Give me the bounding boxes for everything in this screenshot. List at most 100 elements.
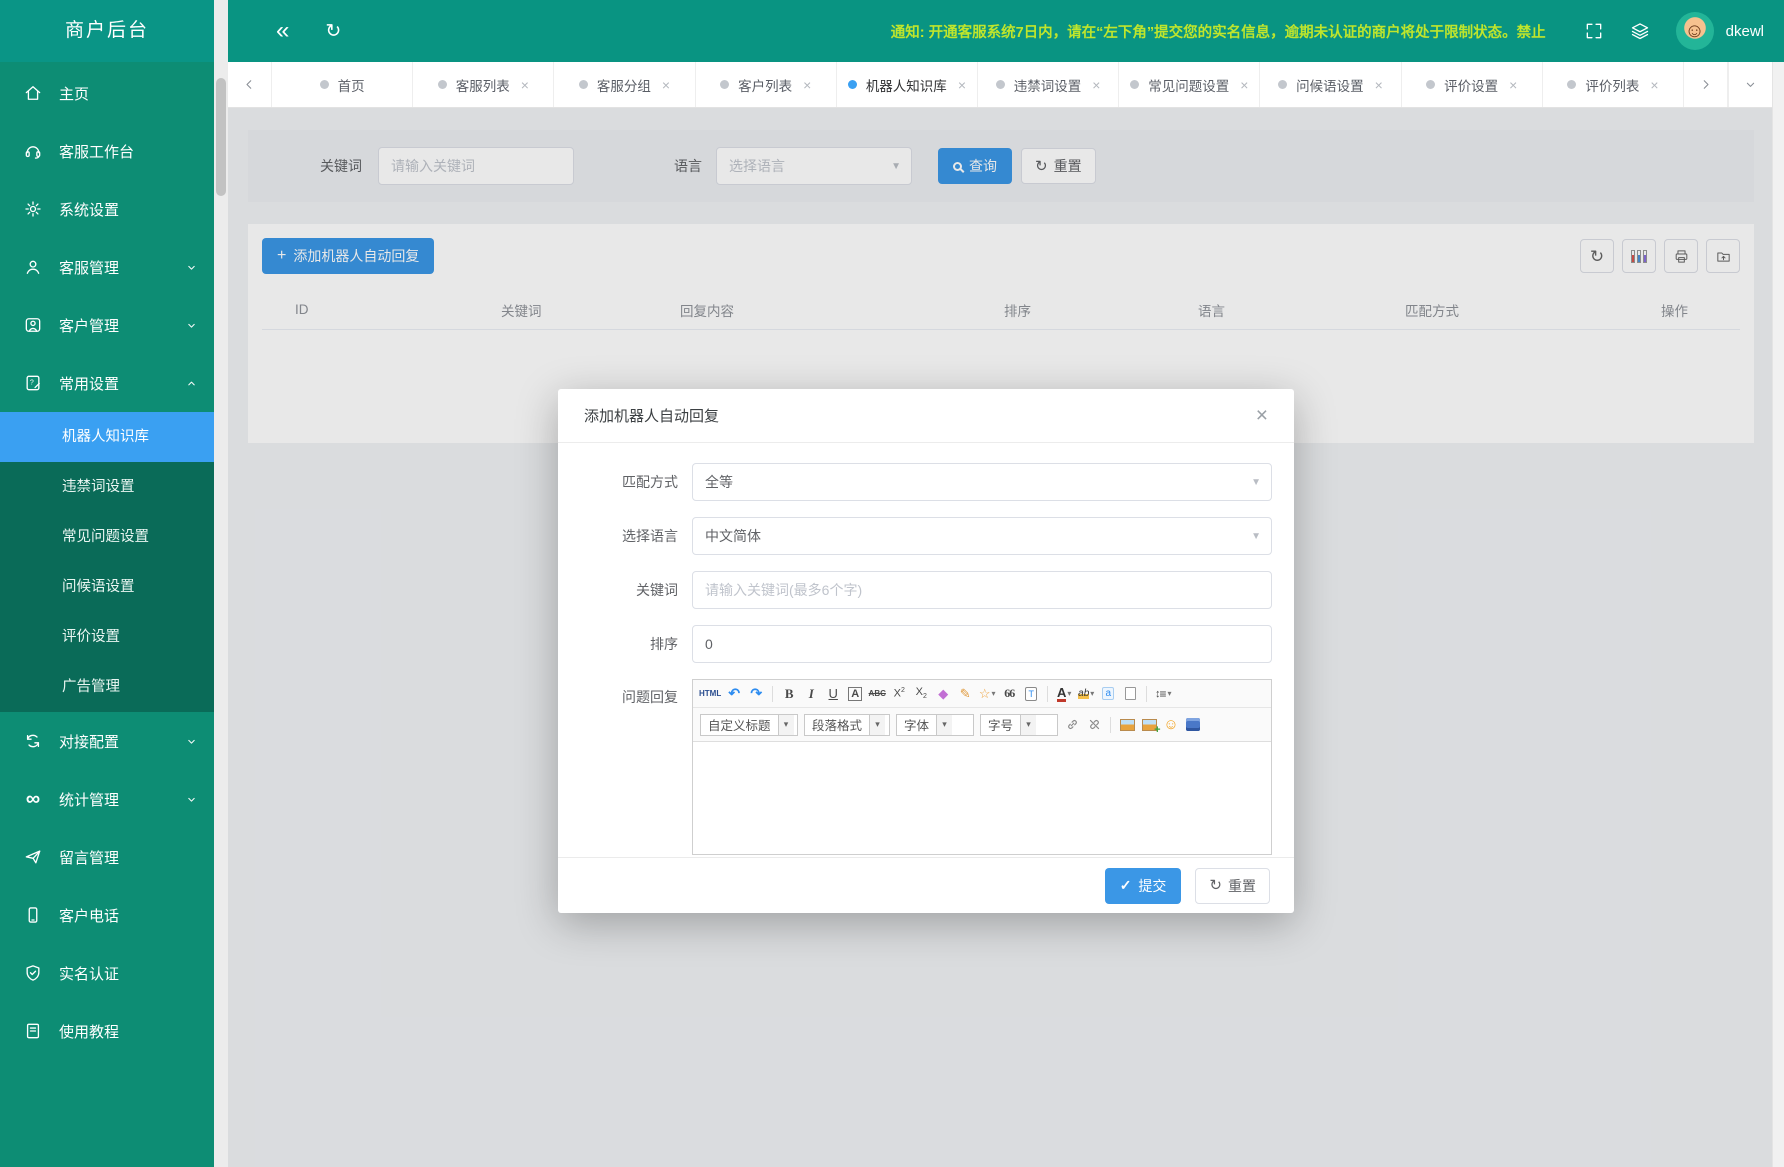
sidebar-item-service-manage[interactable]: 客服管理 <box>0 238 214 296</box>
editor-select-2[interactable]: 字体▾ <box>896 714 974 736</box>
sort-input[interactable] <box>692 625 1272 663</box>
image-upload-icon[interactable] <box>1140 715 1158 735</box>
modal-header: 添加机器人自动回复 × <box>558 389 1294 443</box>
sidebar-item-real-name[interactable]: 实名认证 <box>0 944 214 1002</box>
html-source-icon[interactable]: HTML <box>699 684 721 704</box>
tabs-scroll-left-button[interactable] <box>228 62 272 107</box>
submit-button[interactable]: ✓ 提交 <box>1105 868 1182 904</box>
blockquote-icon[interactable]: 66 <box>1000 684 1018 704</box>
bold-icon[interactable]: B <box>780 684 798 704</box>
close-icon[interactable]: × <box>521 77 529 93</box>
close-icon[interactable]: × <box>1240 77 1248 93</box>
close-icon[interactable]: × <box>803 77 811 93</box>
tab-home[interactable]: 首页 <box>272 62 413 107</box>
eraser-icon[interactable]: ◆ <box>934 684 952 704</box>
anchor-icon[interactable]: a <box>1099 684 1117 704</box>
video-icon[interactable] <box>1184 715 1202 735</box>
home-icon <box>22 82 44 104</box>
sidebar-item-customer-phone[interactable]: 客户电话 <box>0 886 214 944</box>
undo-icon[interactable]: ↶ <box>725 684 743 704</box>
modal-reset-button[interactable]: ↻ 重置 <box>1195 868 1270 904</box>
superscript-icon[interactable]: X2 <box>890 684 908 704</box>
unlink-icon[interactable] <box>1085 715 1103 735</box>
sidebar-item-label: 常用设置 <box>59 373 119 394</box>
link-icon[interactable] <box>1063 715 1081 735</box>
close-icon[interactable]: × <box>1256 405 1268 426</box>
tab-dot <box>579 80 588 89</box>
language-label: 选择语言 <box>558 517 692 555</box>
tabs-scroll-right-button[interactable] <box>1684 62 1728 107</box>
editor-select-1[interactable]: 段落格式▾ <box>804 714 890 736</box>
sidebar-item-statistics[interactable]: ∞统计管理 <box>0 770 214 828</box>
sidebar-item-messages[interactable]: 留言管理 <box>0 828 214 886</box>
sidebar-item-integration[interactable]: 对接配置 <box>0 712 214 770</box>
users-icon <box>22 314 44 336</box>
highlight-color-icon[interactable]: ab▾ <box>1077 684 1095 704</box>
close-icon[interactable]: × <box>958 77 966 93</box>
sidebar-subitem-faq[interactable]: 常见问题设置 <box>0 512 214 562</box>
tab-dot <box>1567 80 1576 89</box>
user-menu[interactable]: ☺ dkewl <box>1676 12 1764 50</box>
layers-icon[interactable] <box>1630 21 1650 41</box>
tab-rating-settings[interactable]: 评价设置× <box>1402 62 1543 107</box>
bordered-a-icon[interactable]: A <box>846 684 864 704</box>
sidebar-item-common-settings[interactable]: ?常用设置 <box>0 354 214 412</box>
editor-select-3[interactable]: 字号▾ <box>980 714 1058 736</box>
font-color-icon[interactable]: A▾ <box>1055 684 1073 704</box>
add-reply-modal: 添加机器人自动回复 × 匹配方式 全等 ▼ <box>558 389 1294 913</box>
close-icon[interactable]: × <box>1375 77 1383 93</box>
format-brush-icon[interactable]: ✎ <box>956 684 974 704</box>
editor-select-0[interactable]: 自定义标题▾ <box>700 714 798 736</box>
sidebar-item-label: 客户管理 <box>59 315 119 336</box>
match-type-select[interactable]: 全等 ▼ <box>692 463 1272 501</box>
sidebar-subitem-robot-knowledge[interactable]: 机器人知识库 <box>0 412 214 462</box>
tab-customer-list[interactable]: 客户列表× <box>696 62 837 107</box>
collapse-sidebar-icon[interactable]: « <box>276 19 289 43</box>
sidebar-item-system-settings[interactable]: 系统设置 <box>0 180 214 238</box>
subscript-icon[interactable]: X2 <box>912 684 930 704</box>
refresh-page-icon[interactable]: ↻ <box>325 22 341 41</box>
scrollbar-thumb[interactable] <box>216 78 226 196</box>
new-page-icon[interactable] <box>1121 684 1139 704</box>
line-height-icon[interactable]: ↕≡▾ <box>1154 684 1172 704</box>
sidebar-scrollbar[interactable] <box>214 0 228 1167</box>
tabs-menu-button[interactable] <box>1728 62 1772 107</box>
strikethrough-icon[interactable]: ABC <box>868 684 886 704</box>
tab-forbidden-words[interactable]: 违禁词设置× <box>978 62 1119 107</box>
autoformat-icon[interactable]: ☆▾ <box>978 684 996 704</box>
italic-icon[interactable]: I <box>802 684 820 704</box>
sidebar-item-label: 对接配置 <box>59 731 119 752</box>
tab-service-group[interactable]: 客服分组× <box>554 62 695 107</box>
infinity-icon: ∞ <box>22 788 44 810</box>
close-icon[interactable]: × <box>1509 77 1517 93</box>
modal-language-select[interactable]: 中文简体 ▼ <box>692 517 1272 555</box>
sidebar-subitem-rating[interactable]: 评价设置 <box>0 612 214 662</box>
modal-title: 添加机器人自动回复 <box>584 405 719 426</box>
sidebar-item-tutorial[interactable]: 使用教程 <box>0 1002 214 1060</box>
editor-content[interactable] <box>693 742 1271 854</box>
close-icon[interactable]: × <box>1092 77 1100 93</box>
sidebar-item-label: 实名认证 <box>59 963 119 984</box>
redo-icon[interactable]: ↷ <box>747 684 765 704</box>
underline-icon[interactable]: U <box>824 684 842 704</box>
close-icon[interactable]: × <box>662 77 670 93</box>
emoji-icon[interactable]: ☺ <box>1162 715 1180 735</box>
page-scrollbar[interactable] <box>1772 62 1784 1167</box>
tab-greeting[interactable]: 问候语设置× <box>1260 62 1401 107</box>
tab-dot <box>438 80 447 89</box>
sidebar-item-customer-manage[interactable]: 客户管理 <box>0 296 214 354</box>
paste-text-icon[interactable]: T <box>1022 684 1040 704</box>
sidebar-item-home[interactable]: 主页 <box>0 64 214 122</box>
image-icon[interactable] <box>1118 715 1136 735</box>
tab-rating-list[interactable]: 评价列表× <box>1543 62 1684 107</box>
sidebar-subitem-forbidden-words[interactable]: 违禁词设置 <box>0 462 214 512</box>
close-icon[interactable]: × <box>1650 77 1658 93</box>
tab-service-list[interactable]: 客服列表× <box>413 62 554 107</box>
tab-faq[interactable]: 常见问题设置× <box>1119 62 1260 107</box>
sidebar-item-workbench[interactable]: 客服工作台 <box>0 122 214 180</box>
fullscreen-icon[interactable] <box>1584 21 1604 41</box>
tab-robot-knowledge[interactable]: 机器人知识库× <box>837 62 978 107</box>
sidebar-subitem-greeting[interactable]: 问候语设置 <box>0 562 214 612</box>
modal-keyword-input[interactable] <box>692 571 1272 609</box>
sidebar-subitem-ads[interactable]: 广告管理 <box>0 662 214 712</box>
